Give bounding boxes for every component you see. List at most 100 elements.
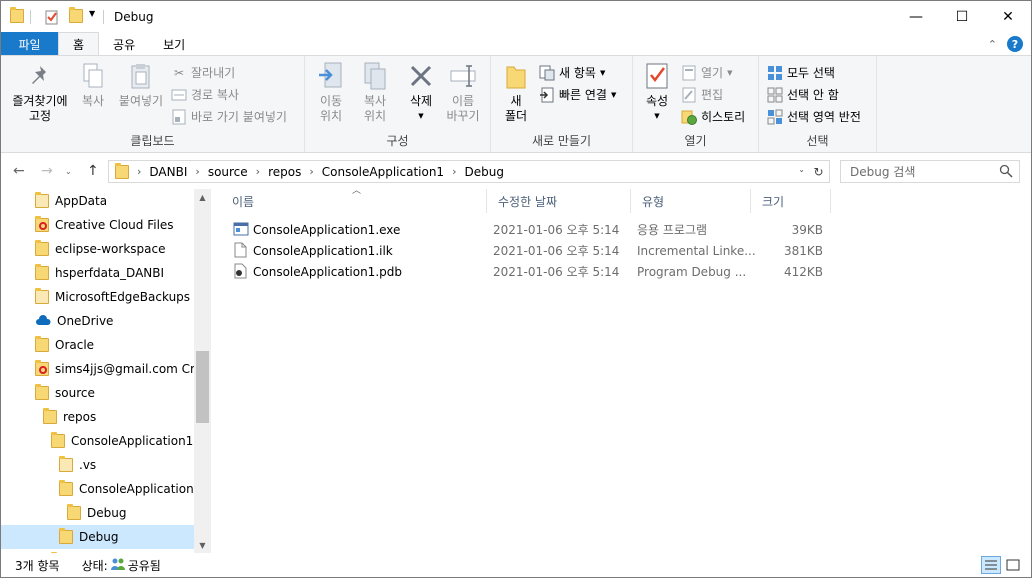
file-modified: 2021-01-06 오후 5:14 bbox=[493, 265, 620, 279]
delete-x-icon bbox=[407, 62, 435, 90]
folder-icon bbox=[35, 192, 49, 208]
search-box[interactable]: Debug 검색 bbox=[840, 160, 1020, 183]
back-arrow-icon[interactable]: ← bbox=[13, 163, 25, 179]
edit-button[interactable]: 편집 bbox=[681, 86, 723, 103]
tree-item[interactable]: eclipse-workspace bbox=[35, 237, 165, 261]
breadcrumb-separator-icon[interactable]: › bbox=[137, 165, 141, 178]
open-button[interactable]: 열기 ▼ bbox=[681, 64, 732, 81]
new-folder-button[interactable]: 새 폴더 bbox=[501, 62, 531, 124]
select-all-button[interactable]: 모두 선택 bbox=[767, 64, 835, 81]
edit-label: 편집 bbox=[701, 88, 724, 102]
move-to-label: 이동 위치 bbox=[319, 94, 343, 123]
properties-button[interactable]: 속성 ▼ bbox=[641, 62, 673, 124]
properties-check-icon[interactable] bbox=[44, 9, 60, 25]
tree-item[interactable]: ConsoleApplication1 bbox=[59, 477, 201, 501]
chevron-down-icon: ▼ bbox=[654, 112, 660, 120]
recent-locations-chevron-icon[interactable]: ⌄ bbox=[65, 167, 72, 176]
rename-button[interactable]: 이름 바꾸기 bbox=[443, 62, 483, 124]
breadcrumb-separator-icon[interactable]: › bbox=[195, 165, 199, 178]
tree-item[interactable]: OneDrive bbox=[35, 309, 113, 333]
scroll-thumb[interactable] bbox=[196, 351, 209, 423]
breadcrumb-item[interactable]: source bbox=[208, 165, 248, 179]
pin-icon bbox=[26, 62, 54, 90]
history-button[interactable]: 히스토리 bbox=[681, 108, 745, 125]
open-group-label: 열기 bbox=[684, 134, 707, 148]
maximize-button[interactable]: ☐ bbox=[939, 1, 985, 32]
help-icon[interactable]: ? bbox=[1007, 36, 1023, 52]
ribbon-tabs: 파일 홈 공유 보기 ⌃ ? bbox=[1, 32, 1031, 56]
breadcrumb-item[interactable]: ConsoleApplication1 bbox=[322, 165, 444, 179]
column-header-modified[interactable]: 수정한 날짜 bbox=[487, 189, 631, 213]
breadcrumb-item[interactable]: DANBI bbox=[149, 165, 187, 179]
navigation-pane: AppData Creative Cloud Files eclipse-wor… bbox=[1, 189, 211, 553]
breadcrumb-separator-icon[interactable]: › bbox=[452, 165, 456, 178]
copy-button[interactable]: 복사 bbox=[75, 62, 111, 109]
breadcrumb-item[interactable]: Debug bbox=[464, 165, 503, 179]
tree-item-selected[interactable]: Debug bbox=[1, 525, 194, 549]
details-view-icon[interactable] bbox=[981, 556, 1001, 574]
rename-label: 이름 바꾸기 bbox=[446, 94, 480, 123]
large-icons-view-icon[interactable] bbox=[1003, 556, 1023, 574]
tree-item[interactable]: Debug bbox=[67, 501, 126, 525]
cut-label: 잘라내기 bbox=[191, 66, 236, 80]
nav-scrollbar[interactable]: ▲ ▼ bbox=[194, 189, 211, 553]
folder-icon bbox=[35, 288, 49, 304]
tree-item[interactable]: Oracle bbox=[35, 333, 94, 357]
forward-arrow-icon[interactable]: → bbox=[41, 163, 53, 179]
tree-item[interactable]: repos bbox=[43, 405, 96, 429]
paste-shortcut-button[interactable]: 바로 가기 붙여넣기 bbox=[171, 108, 287, 125]
tree-item-label: eclipse-workspace bbox=[55, 242, 166, 256]
tree-item[interactable]: MicrosoftEdgeBackups bbox=[35, 285, 190, 309]
cut-button[interactable]: ✂ 잘라내기 bbox=[171, 64, 235, 81]
breadcrumb-separator-icon[interactable]: › bbox=[256, 165, 260, 178]
tree-item[interactable]: source bbox=[35, 381, 95, 405]
column-header-type[interactable]: 유형 bbox=[631, 189, 751, 213]
refresh-icon[interactable]: ↻ bbox=[810, 163, 827, 180]
new-item-button[interactable]: 새 항목 ▼ bbox=[539, 64, 605, 81]
rename-icon bbox=[449, 62, 477, 90]
scroll-down-icon[interactable]: ▼ bbox=[194, 537, 211, 553]
window-controls: — ☐ ✕ bbox=[893, 1, 1031, 32]
tree-item[interactable]: sims4jjs@gmail.com Crea bbox=[35, 357, 209, 381]
breadcrumb-item[interactable]: repos bbox=[268, 165, 301, 179]
file-size: 381KB bbox=[783, 243, 823, 258]
folder-icon bbox=[115, 162, 129, 179]
tab-share[interactable]: 공유 bbox=[99, 32, 149, 56]
copy-path-button[interactable]: 경로 복사 bbox=[171, 86, 239, 103]
collapse-ribbon-icon[interactable]: ⌃ bbox=[988, 38, 997, 51]
history-icon bbox=[681, 109, 697, 125]
move-to-button[interactable]: 이동 위치 bbox=[311, 62, 351, 124]
search-icon[interactable] bbox=[999, 164, 1013, 181]
pin-quick-access-button[interactable]: 즐겨찾기에 고정 bbox=[9, 62, 71, 124]
copy-to-button[interactable]: 복사 위치 bbox=[355, 62, 395, 124]
delete-button[interactable]: 삭제 ▼ bbox=[403, 62, 439, 124]
select-none-button[interactable]: 선택 안 함 bbox=[767, 86, 839, 103]
minimize-button[interactable]: — bbox=[893, 1, 939, 32]
easy-access-button[interactable]: 빠른 연결 ▼ bbox=[539, 86, 616, 103]
navigation-bar: ← → ⌄ ↑ › DANBI › source › repos › Conso… bbox=[1, 153, 1031, 189]
tab-home[interactable]: 홈 bbox=[58, 32, 100, 56]
up-arrow-icon[interactable]: ↑ bbox=[87, 163, 99, 179]
tree-item[interactable]: AppData bbox=[35, 189, 107, 213]
tree-item[interactable]: ConsoleApplication1 bbox=[51, 429, 193, 453]
breadcrumb-separator-icon[interactable]: › bbox=[309, 165, 313, 178]
file-row[interactable]: ConsoleApplication1.exe 2021-01-06 오후 5:… bbox=[221, 219, 831, 240]
tree-item[interactable]: Creative Cloud Files bbox=[35, 213, 174, 237]
invert-selection-button[interactable]: 선택 영역 반전 bbox=[767, 108, 861, 125]
file-row[interactable]: ConsoleApplication1.ilk 2021-01-06 오후 5:… bbox=[221, 240, 831, 261]
address-history-chevron-icon[interactable]: ⌄ bbox=[798, 165, 805, 174]
tab-view[interactable]: 보기 bbox=[149, 32, 199, 56]
select-group-label: 선택 bbox=[806, 134, 829, 148]
column-header-name[interactable]: 이름 bbox=[221, 189, 487, 213]
column-header-size[interactable]: 크기 bbox=[751, 189, 831, 213]
tree-item[interactable]: .vs bbox=[59, 453, 96, 477]
file-row[interactable]: ConsoleApplication1.pdb 2021-01-06 오후 5:… bbox=[221, 261, 831, 282]
close-button[interactable]: ✕ bbox=[985, 1, 1031, 32]
paste-button[interactable]: 붙여넣기 bbox=[115, 62, 167, 109]
new-folder-quick-icon[interactable] bbox=[69, 6, 85, 25]
tree-item[interactable]: hsperfdata_DANBI bbox=[35, 261, 164, 285]
scroll-up-icon[interactable]: ▲ bbox=[194, 189, 211, 205]
tab-file[interactable]: 파일 bbox=[1, 32, 58, 56]
chevron-down-icon[interactable]: ▼ bbox=[89, 9, 99, 25]
address-bar[interactable]: › DANBI › source › repos › ConsoleApplic… bbox=[108, 160, 830, 183]
